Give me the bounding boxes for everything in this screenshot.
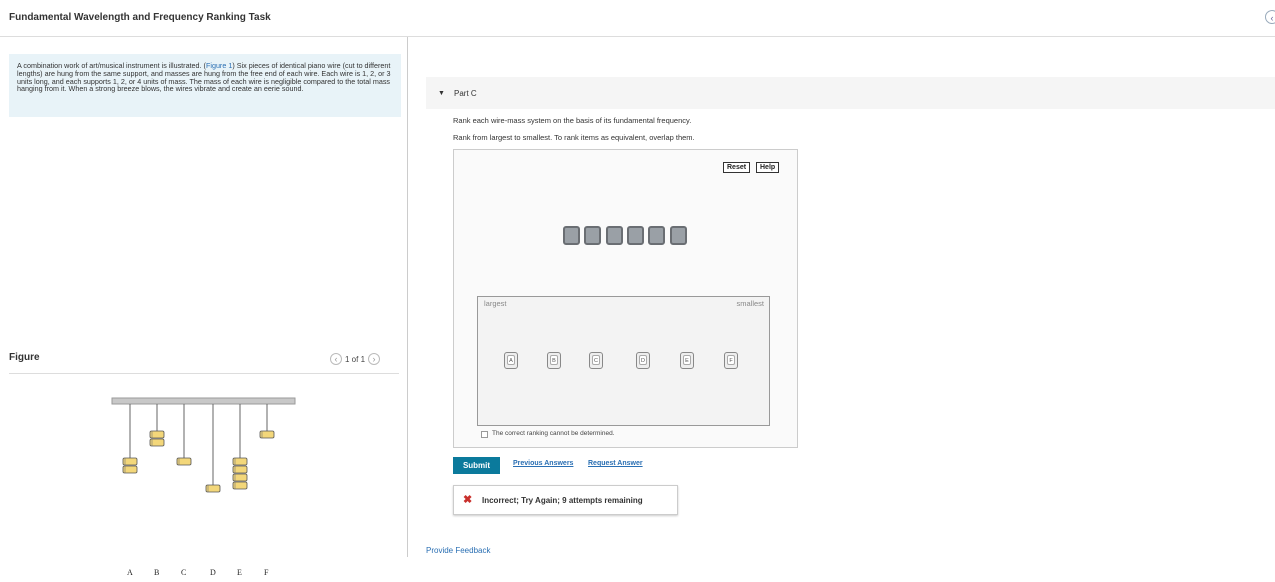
rank-item-label: D	[639, 355, 647, 365]
previous-answers-link[interactable]: Previous Answers	[513, 460, 573, 467]
rank-item-label: A	[507, 355, 515, 365]
rank-item-b[interactable]: B	[547, 352, 561, 369]
rank-item-c[interactable]: C	[589, 352, 603, 369]
wire-label-f: F	[264, 568, 269, 577]
help-button[interactable]: Help	[756, 162, 780, 173]
wire-label-e: E	[237, 568, 242, 577]
unranked-item[interactable]	[606, 226, 623, 245]
cannot-determine-checkbox[interactable]	[481, 431, 488, 438]
rank-item-label: E	[683, 355, 691, 365]
rank-item-e[interactable]: E	[680, 352, 694, 369]
largest-label: largest	[484, 299, 507, 308]
smallest-label: smallest	[736, 299, 764, 308]
support-bar	[111, 397, 296, 405]
right-pane: ▼ Part C Rank each wire-mass system on t…	[408, 37, 1275, 557]
chevron-left-icon[interactable]: ‹	[1265, 10, 1275, 24]
wire-label-b: B	[154, 568, 159, 577]
intro-text: A combination work of art/musical instru…	[9, 54, 401, 117]
next-figure-icon[interactable]: ›	[368, 353, 381, 365]
unranked-item[interactable]	[648, 226, 665, 245]
question-instruction: Rank from largest to smallest. To rank i…	[453, 133, 695, 142]
ranking-drop-area[interactable]: largest smallest A B C D E F	[477, 296, 770, 426]
reset-button[interactable]: Reset	[723, 162, 751, 173]
cannot-determine-label: The correct ranking cannot be determined…	[492, 430, 615, 437]
request-answer-link[interactable]: Request Answer	[588, 460, 643, 467]
rank-item-label: C	[592, 355, 600, 365]
left-pane: A combination work of art/musical instru…	[0, 37, 408, 577]
prev-figure-icon[interactable]: ‹	[330, 353, 342, 365]
wire-label-a: A	[127, 568, 133, 577]
unranked-item[interactable]	[584, 226, 601, 245]
unranked-item[interactable]	[563, 226, 580, 245]
part-header[interactable]: ▼ Part C	[426, 77, 1275, 109]
provide-feedback-link[interactable]: Provide Feedback	[426, 546, 490, 555]
feedback-box: ✖ Incorrect; Try Again; 9 attempts remai…	[453, 485, 678, 515]
wire-label-c: C	[181, 568, 186, 577]
caret-down-icon: ▼	[438, 90, 445, 97]
figure-page-count: 1 of 1	[345, 354, 366, 364]
rank-item-label: B	[550, 355, 558, 365]
page-header: Fundamental Wavelength and Frequency Ran…	[0, 0, 1275, 37]
submit-button[interactable]: Submit	[453, 457, 500, 474]
wire-mass-figure: A B C D E F	[111, 397, 296, 577]
figure-divider	[9, 373, 399, 374]
wire-label-d: D	[210, 568, 216, 577]
unranked-item[interactable]	[627, 226, 644, 245]
ranking-widget: Reset Help largest smallest A B C D E F …	[453, 149, 798, 448]
part-label: Part C	[454, 89, 477, 98]
unranked-item[interactable]	[670, 226, 687, 245]
rank-item-f[interactable]: F	[724, 352, 738, 369]
figure-pager: ‹ 1 of 1 ›	[330, 353, 381, 365]
page-title: Fundamental Wavelength and Frequency Ran…	[9, 12, 271, 23]
rank-item-a[interactable]: A	[504, 352, 518, 369]
question-prompt: Rank each wire-mass system on the basis …	[453, 116, 692, 125]
rank-item-label: F	[727, 355, 735, 365]
figure-label: Figure	[9, 352, 40, 363]
error-x-icon: ✖	[463, 494, 473, 506]
rank-item-d[interactable]: D	[636, 352, 650, 369]
feedback-message: Incorrect; Try Again; 9 attempts remaini…	[482, 496, 643, 505]
